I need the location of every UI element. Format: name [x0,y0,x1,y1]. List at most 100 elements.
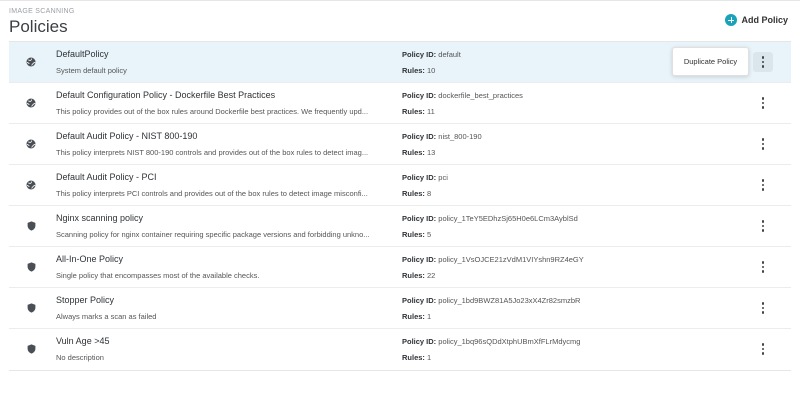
policy-description: No description [56,353,104,362]
policy-description: This policy provides out of the box rule… [56,107,369,116]
more-options-button[interactable] [753,52,773,72]
policy-id: Policy ID: policy_1VsOJCE21zVdM1VIYshn9R… [402,255,584,264]
policy-description: Always marks a scan as failed [56,312,157,321]
more-vertical-icon [761,302,765,314]
rules-value: 1 [427,353,432,362]
policy-id-label: Policy ID: [402,214,437,223]
shield-icon [26,303,36,313]
globe-icon [26,180,36,190]
policy-id: Policy ID: policy_1bq96sQDdXtphUBmXfFLrM… [402,337,580,346]
more-options-button[interactable] [753,93,773,113]
policy-description: System default policy [56,66,127,75]
policy-description: Scanning policy for nginx container requ… [56,230,370,239]
shield-icon [26,262,36,272]
policy-id-value: pci [438,173,448,182]
policy-id-value: default [438,50,461,59]
policy-id-label: Policy ID: [402,91,437,100]
rules-label: Rules: [402,189,425,198]
policy-row[interactable]: Default Audit Policy - NIST 800-190 This … [9,124,791,165]
more-vertical-icon [761,343,765,355]
policy-id: Policy ID: dockerfile_best_practices [402,91,523,100]
policy-id: Policy ID: policy_1bd9BWZ81A5Jo23xX4Zr82… [402,296,580,305]
policy-id-label: Policy ID: [402,132,437,141]
policy-row[interactable]: Stopper Policy Always marks a scan as fai… [9,288,791,329]
policy-description: This policy interprets PCI controls and … [56,189,368,198]
policy-description: This policy interprets NIST 800-190 cont… [56,148,369,157]
page-title: Policies [9,17,68,36]
rules-value: 8 [427,189,432,198]
breadcrumb: IMAGE SCANNING [9,8,75,15]
policy-rules: Rules: 1 [402,312,431,321]
policy-row[interactable]: Default Configuration Policy - Dockerfil… [9,83,791,124]
rules-value: 1 [427,312,432,321]
more-options-button[interactable] [753,216,773,236]
rules-value: 22 [427,271,436,280]
rules-label: Rules: [402,66,425,75]
policy-rules: Rules: 5 [402,230,431,239]
policy-rules: Rules: 13 [402,148,435,157]
policy-rules: Rules: 22 [402,271,435,280]
rules-value: 11 [427,107,435,116]
policy-id-value: policy_1bd9BWZ81A5Jo23xX4Zr82smzbR [438,296,581,305]
more-vertical-icon [761,97,765,109]
policy-id-value: policy_1TeY5EDhzSj65H0e6LCm3AyblSd [438,214,578,223]
policy-list: DefaultPolicy System default policy Policy… [9,41,791,371]
more-options-button[interactable] [753,298,773,318]
more-options-button[interactable] [753,339,773,359]
policy-name: Default Audit Policy - PCI [56,172,157,182]
policy-name: All-In-One Policy [56,254,124,264]
rules-label: Rules: [402,353,425,362]
shield-icon [26,221,36,231]
rules-value: 13 [427,148,436,157]
policy-id: Policy ID: policy_1TeY5EDhzSj65H0e6LCm3A… [402,214,578,223]
policy-id-value: nist_800-190 [438,132,482,141]
add-policy-button[interactable]: Add Policy [725,14,788,26]
policy-id-value: dockerfile_best_practices [438,91,523,100]
more-vertical-icon [761,179,765,191]
globe-icon [26,139,36,149]
policy-rules: Rules: 1 [402,353,431,362]
policy-name: Stopper Policy [56,295,115,305]
policy-description: Single policy that encompasses most of t… [56,271,260,280]
more-options-button[interactable] [753,175,773,195]
globe-icon [26,98,36,108]
top-divider [0,0,800,1]
rules-label: Rules: [402,148,425,157]
policy-row[interactable]: Nginx scanning policy Scanning policy for… [9,206,791,247]
more-vertical-icon [761,220,765,232]
policy-name: Default Audit Policy - NIST 800-190 [56,131,198,141]
policy-row[interactable]: Vuln Age >45 No description Policy ID: pol… [9,329,791,370]
policy-id-label: Policy ID: [402,173,437,182]
rules-label: Rules: [402,271,425,280]
plus-circle-icon [725,14,738,26]
more-options-button[interactable] [753,134,773,154]
policy-name: Default Configuration Policy - Dockerfil… [56,90,276,100]
policy-id-value: policy_1bq96sQDdXtphUBmXfFLrMdycmg [438,337,581,346]
policy-id-label: Policy ID: [402,50,437,59]
policy-id: Policy ID: default [402,50,461,59]
policy-name: DefaultPolicy [56,49,109,59]
policy-id: Policy ID: nist_800-190 [402,132,482,141]
policy-rules: Rules: 8 [402,189,431,198]
policy-row[interactable]: All-In-One Policy Single policy that enco… [9,247,791,288]
policy-id-label: Policy ID: [402,296,437,305]
policy-id-label: Policy ID: [402,255,437,264]
rules-value: 5 [427,230,432,239]
policy-id-label: Policy ID: [402,337,437,346]
rules-label: Rules: [402,107,425,116]
more-vertical-icon [761,56,765,68]
rules-label: Rules: [402,312,425,321]
more-options-button[interactable] [753,257,773,277]
duplicate-policy-tooltip[interactable]: Duplicate Policy [672,47,749,76]
more-vertical-icon [761,138,765,150]
policy-name: Vuln Age >45 [56,336,110,346]
policy-rules: Rules: 11 [402,107,435,116]
policy-rules: Rules: 10 [402,66,435,75]
more-vertical-icon [761,261,765,273]
policy-row[interactable]: Default Audit Policy - PCI This policy in… [9,165,791,206]
policy-id: Policy ID: pci [402,173,448,182]
page-header: IMAGE SCANNING Policies [9,8,75,37]
rules-label: Rules: [402,230,425,239]
policy-name: Nginx scanning policy [56,213,144,223]
add-policy-label: Add Policy [741,15,788,25]
